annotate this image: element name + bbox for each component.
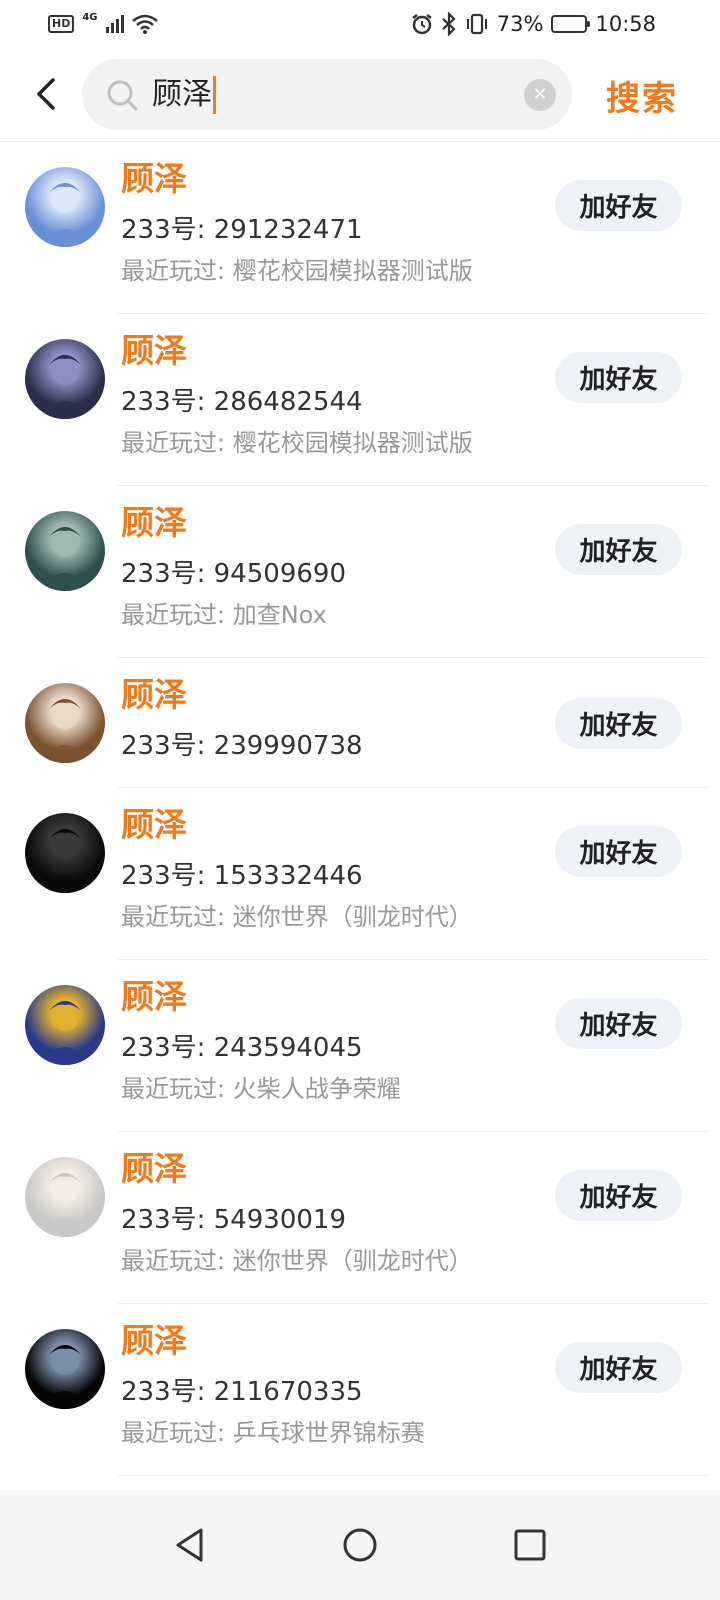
add-friend-button[interactable]: 加好友 (555, 352, 682, 403)
signal-icon (105, 15, 124, 33)
user-name: 顾泽 (121, 331, 187, 370)
status-bar: HD 4G 73% 10:58 (0, 0, 720, 48)
user-result-item[interactable]: 顾泽 233号: 94509690 最近玩过: 加查Nox 加好友 (0, 486, 720, 658)
user-name: 顾泽 (121, 1149, 187, 1188)
battery-percent: 73% (496, 12, 544, 36)
user-name: 顾泽 (121, 159, 187, 198)
user-result-item[interactable]: 顾泽 233号: 54930019 最近玩过: 迷你世界（驯龙时代） 加好友 (0, 1132, 720, 1304)
user-id: 233号: 211670335 (121, 1377, 363, 1407)
dark-portrait-avatar[interactable] (25, 813, 105, 893)
back-button[interactable] (30, 74, 62, 114)
user-id: 233号: 291232471 (121, 215, 363, 245)
wifi-icon (131, 14, 158, 34)
recently-played: 最近玩过: 加查Nox (121, 601, 327, 629)
user-id: 233号: 239990738 (121, 731, 363, 761)
avatar-figure-icon (39, 829, 91, 893)
nav-back-button[interactable] (160, 1515, 220, 1575)
recently-played: 最近玩过: 樱花校园模拟器测试版 (121, 429, 473, 457)
user-name: 顾泽 (121, 805, 187, 844)
user-name: 顾泽 (121, 977, 187, 1016)
avatar-figure-icon (39, 1173, 91, 1237)
avatar-figure-icon (39, 1345, 91, 1409)
clear-search-button[interactable]: ✕ (524, 79, 556, 111)
add-friend-button[interactable]: 加好友 (555, 1342, 682, 1393)
vibrate-icon (466, 13, 487, 35)
bluetooth-icon (442, 12, 456, 36)
anime-blue-hair-avatar[interactable] (25, 167, 105, 247)
add-friend-button[interactable]: 加好友 (555, 698, 682, 749)
user-id: 233号: 153332446 (121, 861, 363, 891)
add-friend-button[interactable]: 加好友 (555, 524, 682, 575)
user-id: 233号: 94509690 (121, 559, 346, 589)
add-friend-button[interactable]: 加好友 (555, 998, 682, 1049)
avatar-figure-icon (39, 183, 91, 247)
hd-badge: HD (48, 15, 75, 33)
recently-played: 最近玩过: 乒乓球世界锦标赛 (121, 1419, 425, 1447)
add-friend-button[interactable]: 加好友 (555, 1170, 682, 1221)
divider (118, 1475, 708, 1476)
square-recents-icon (514, 1529, 546, 1561)
recently-played: 最近玩过: 迷你世界（驯龙时代） (121, 1247, 473, 1275)
user-name: 顾泽 (121, 503, 187, 542)
status-left: HD 4G (48, 11, 158, 34)
anubis-mask-avatar[interactable] (25, 985, 105, 1065)
recently-played: 最近玩过: 火柴人战争荣耀 (121, 1075, 401, 1103)
user-name: 顾泽 (121, 675, 187, 714)
system-nav-bar (0, 1490, 720, 1600)
white-hair-avatar[interactable] (25, 1157, 105, 1237)
add-friend-button[interactable]: 加好友 (555, 826, 682, 877)
search-header: 顾泽 ✕ 搜索 (0, 48, 720, 142)
user-result-item[interactable]: 顾泽 233号: 153332446 最近玩过: 迷你世界（驯龙时代） 加好友 (0, 788, 720, 960)
circle-home-icon (343, 1528, 377, 1562)
avatar-figure-icon (39, 699, 91, 763)
anime-volleyball-avatar[interactable] (25, 339, 105, 419)
user-result-item[interactable]: 顾泽 233号: 211670335 最近玩过: 乒乓球世界锦标赛 加好友 (0, 1304, 720, 1476)
user-result-item[interactable]: 顾泽 233号: 291232471 最近玩过: 樱花校园模拟器测试版 加好友 (0, 142, 720, 314)
anime-brown-hair-avatar[interactable] (25, 683, 105, 763)
standing-figure-avatar[interactable] (25, 1329, 105, 1409)
result-list: 顾泽 233号: 291232471 最近玩过: 樱花校园模拟器测试版 加好友 … (0, 142, 720, 1476)
avatar-figure-icon (39, 355, 91, 419)
nav-home-button[interactable] (330, 1515, 390, 1575)
user-id: 233号: 243594045 (121, 1033, 363, 1063)
status-right: 73% 10:58 (411, 12, 656, 36)
search-query: 顾泽 (152, 77, 212, 112)
user-result-item[interactable]: 顾泽 233号: 239990738 加好友 (0, 658, 720, 788)
search-input[interactable]: 顾泽 (152, 73, 512, 117)
text-cursor (213, 76, 216, 114)
recently-played: 最近玩过: 樱花校园模拟器测试版 (121, 257, 473, 285)
user-name: 顾泽 (121, 1321, 187, 1360)
nav-recents-button[interactable] (500, 1515, 560, 1575)
alarm-icon (412, 14, 432, 35)
close-icon: ✕ (532, 84, 548, 105)
avatar-figure-icon (39, 527, 91, 591)
search-box[interactable]: 顾泽 ✕ (82, 59, 572, 130)
triangle-back-icon (176, 1528, 203, 1562)
network-type: 4G (82, 11, 98, 23)
status-time: 10:58 (595, 12, 656, 36)
battery-icon (551, 15, 591, 33)
user-id: 233号: 54930019 (121, 1205, 346, 1235)
recently-played: 最近玩过: 迷你世界（驯龙时代） (121, 903, 473, 931)
anime-green-hair-avatar[interactable] (25, 511, 105, 591)
search-submit-button[interactable]: 搜索 (602, 70, 682, 120)
user-result-item[interactable]: 顾泽 233号: 286482544 最近玩过: 樱花校园模拟器测试版 加好友 (0, 314, 720, 486)
search-icon (107, 80, 138, 111)
add-friend-button[interactable]: 加好友 (555, 180, 682, 231)
user-id: 233号: 286482544 (121, 387, 363, 417)
chevron-left-icon (37, 78, 55, 110)
user-result-item[interactable]: 顾泽 233号: 243594045 最近玩过: 火柴人战争荣耀 加好友 (0, 960, 720, 1132)
avatar-figure-icon (39, 1001, 91, 1065)
search-results-screen: HD 4G 73% 10:58 顾泽 ✕ 搜索 顾泽 233号: 2912324… (0, 0, 720, 1600)
